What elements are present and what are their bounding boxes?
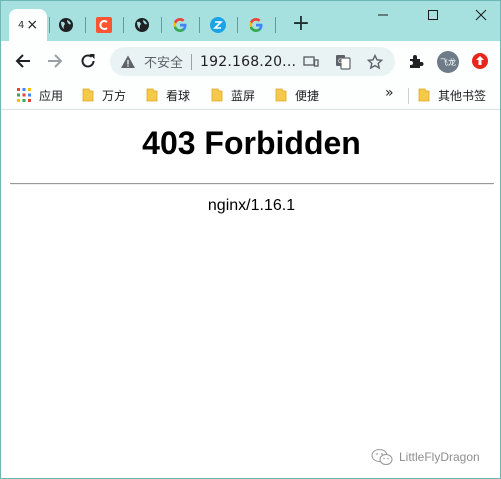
folder-icon [82, 88, 94, 102]
svg-text:G: G [338, 58, 343, 65]
tab-active[interactable]: 4 × [9, 9, 47, 41]
extensions-icon[interactable] [404, 49, 428, 73]
reload-icon[interactable] [76, 49, 100, 73]
tab-close-icon[interactable]: × [26, 17, 38, 33]
bookmark-folder-bianjie[interactable]: 便捷 [275, 86, 319, 104]
tab-c[interactable] [91, 9, 117, 41]
folder-icon [211, 88, 223, 102]
c-logo-icon [96, 17, 112, 33]
bookmark-folder-other[interactable]: 其他书签 [418, 86, 486, 104]
globe-icon [59, 18, 73, 32]
update-icon[interactable] [468, 49, 492, 73]
bookmark-folder-wanfang[interactable]: 万方 [82, 86, 126, 104]
bookmark-label: 万方 [102, 88, 127, 103]
folder-icon [418, 88, 430, 102]
bookmarks-bar: 应用 万方 看球 蓝屏 便捷 » 其他书签 [1, 81, 500, 110]
bookmark-label: 蓝屏 [231, 88, 256, 103]
divider [10, 183, 494, 185]
address-bar[interactable]: 不安全 192.168.20... G [110, 47, 395, 76]
watermark-text: LittleFlyDragon [399, 450, 480, 464]
tab-strip: 4 × + [1, 1, 500, 41]
maximize-icon[interactable] [419, 5, 447, 25]
tab-separator [161, 17, 162, 33]
toolbar: 不安全 192.168.20... G 飞龙 [1, 41, 500, 81]
server-signature: nginx/1.16.1 [207, 197, 296, 214]
url-text[interactable]: 192.168.20... [200, 54, 296, 70]
page-title: 403 Forbidden [142, 125, 361, 161]
tab-z[interactable] [205, 9, 231, 41]
tab-separator [199, 17, 200, 33]
tab-separator [49, 17, 50, 33]
translate-icon[interactable]: G [334, 53, 352, 71]
tab-google-1[interactable] [167, 9, 193, 41]
page-content: 403 Forbidden nginx/1.16.1 LittleFlyDrag… [1, 111, 500, 478]
bookmark-label: 看球 [166, 88, 191, 103]
new-tab-button[interactable]: + [289, 13, 313, 37]
close-icon[interactable] [467, 5, 495, 25]
bookmarks-separator [408, 88, 409, 104]
watermark: LittleFlyDragon [371, 448, 480, 466]
avatar[interactable]: 飞龙 [437, 51, 459, 73]
bookmark-apps[interactable]: 应用 [17, 86, 63, 104]
tab-globe-2[interactable] [129, 9, 155, 41]
folder-icon [146, 88, 158, 102]
tab-globe-1[interactable] [53, 9, 79, 41]
omnibox-divider [191, 53, 193, 70]
google-icon [173, 18, 187, 32]
browser-window: 4 × + 不安全 192.168.20... G 飞龙 应用 万方 看球 蓝屏… [0, 0, 501, 479]
tab-title: 4 [17, 19, 25, 31]
forward-icon[interactable] [43, 49, 67, 73]
bookmarks-overflow-button[interactable]: » [385, 85, 394, 101]
back-icon[interactable] [11, 49, 35, 73]
z-logo-icon [210, 17, 226, 33]
tab-separator [275, 17, 276, 33]
warning-icon[interactable] [120, 54, 136, 70]
bookmark-label: 便捷 [295, 88, 320, 103]
tab-google-2[interactable] [243, 9, 269, 41]
folder-icon [275, 88, 287, 102]
bookmark-label: 应用 [39, 88, 64, 103]
tab-separator [123, 17, 124, 33]
bookmark-folder-lanping[interactable]: 蓝屏 [211, 86, 255, 104]
google-icon [249, 18, 263, 32]
tab-separator [237, 17, 238, 33]
globe-icon [135, 18, 149, 32]
tab-separator [85, 17, 86, 33]
apps-grid-icon [17, 88, 31, 102]
minimize-icon[interactable] [369, 5, 397, 25]
bookmark-label: 其他书签 [438, 88, 487, 103]
security-label: 不安全 [144, 56, 184, 71]
wechat-icon [371, 448, 393, 466]
star-icon[interactable] [366, 53, 384, 71]
bookmark-folder-kanqiu[interactable]: 看球 [146, 86, 190, 104]
cast-icon[interactable] [302, 53, 320, 71]
